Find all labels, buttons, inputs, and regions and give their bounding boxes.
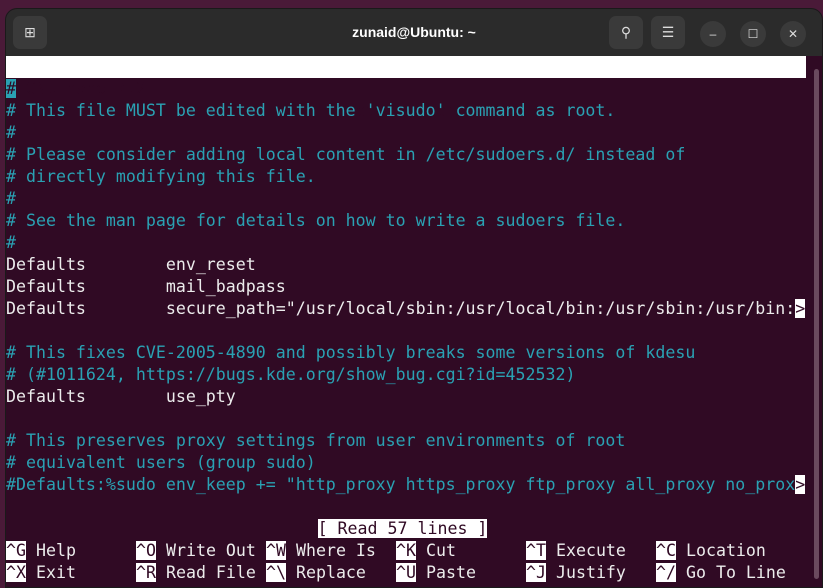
editor-line[interactable]: # See the man page for details on how to… <box>6 210 806 232</box>
line-text: # <box>6 123 16 142</box>
title-bar: ⊞ zunaid@Ubuntu: ~ ⚲ ☰ – ☐ ✕ <box>6 9 822 56</box>
editor-line[interactable]: # <box>6 232 806 254</box>
shortcut-key: ^K <box>396 541 416 560</box>
close-button[interactable]: ✕ <box>780 21 806 47</box>
line-text: # This preserves proxy settings from use… <box>6 431 626 450</box>
shortcut-help[interactable]: ^G Help <box>6 540 76 562</box>
editor-line[interactable]: Defaults mail_badpass <box>6 276 806 298</box>
shortcut-label: Paste <box>425 563 476 582</box>
shortcut-key: ^/ <box>656 563 676 582</box>
shortcut-label: Justify <box>555 563 626 582</box>
editor-line[interactable]: Defaults use_pty <box>6 386 806 408</box>
editor-line[interactable]: # <box>6 188 806 210</box>
shortcut-label: Replace <box>295 563 366 582</box>
editor-line[interactable]: # This preserves proxy settings from use… <box>6 430 806 452</box>
menu-button[interactable]: ☰ <box>651 16 685 49</box>
nano-header: GNU nano 7.2 /etc/sudoers.tmp <box>6 56 806 120</box>
line-text: # This fixes CVE-2005-4890 and possibly … <box>6 343 696 362</box>
shortcut-key: ^R <box>136 563 156 582</box>
editor-line[interactable] <box>6 408 806 430</box>
shortcut-key: ^O <box>136 541 156 560</box>
line-text: Defaults env_reset <box>6 255 256 274</box>
status-row: [ Read 57 lines ] <box>6 518 799 540</box>
shortcut-where-is[interactable]: ^W Where Is <box>266 540 376 562</box>
editor-line[interactable]: Defaults secure_path="/usr/local/sbin:/u… <box>6 298 806 320</box>
line-text: # This file MUST be edited with the 'vis… <box>6 101 616 120</box>
shortcut-label: Write Out <box>165 541 256 560</box>
shortcut-label: Location <box>685 541 766 560</box>
cursor-char: # <box>6 79 16 98</box>
shortcut-row: ^G Help ^O Write Out ^W Where Is ^K Cut ^T Execut… <box>6 540 806 562</box>
editor-line[interactable]: # <box>6 122 806 144</box>
shortcut-label: Cut <box>425 541 456 560</box>
line-overflow-marker: > <box>795 299 806 318</box>
minimize-icon: – <box>709 27 717 41</box>
shortcut-label: Help <box>35 541 76 560</box>
shortcut-cut[interactable]: ^K Cut <box>396 540 456 562</box>
shortcut-label: Go To Line <box>685 563 786 582</box>
line-text: #Defaults:%sudo env_keep += "http_proxy … <box>6 475 796 494</box>
shortcut-key: ^G <box>6 541 26 560</box>
line-text: # See the man page for details on how to… <box>6 211 626 230</box>
editor-line[interactable]: # (#1011624, https://bugs.kde.org/show_b… <box>6 364 806 386</box>
shortcut-key: ^\ <box>266 563 286 582</box>
line-text: Defaults mail_badpass <box>6 277 286 296</box>
close-icon: ✕ <box>787 27 799 41</box>
shortcut-justify[interactable]: ^J Justify <box>526 562 626 584</box>
editor-line[interactable]: # directly modifying this file. <box>6 166 806 188</box>
maximize-icon: ☐ <box>747 27 759 41</box>
editor-line[interactable]: # <box>6 78 806 100</box>
editor-line[interactable]: # This file MUST be edited with the 'vis… <box>6 100 806 122</box>
shortcut-label: Execute <box>555 541 626 560</box>
terminal-window: ⊞ zunaid@Ubuntu: ~ ⚲ ☰ – ☐ ✕ GNU nano 7.… <box>5 8 823 588</box>
line-text: # <box>6 233 16 252</box>
search-button[interactable]: ⚲ <box>609 16 643 49</box>
line-text: # <box>6 189 16 208</box>
shortcut-key: ^U <box>396 563 416 582</box>
minimize-button[interactable]: – <box>700 21 726 47</box>
line-text: # directly modifying this file. <box>6 167 316 186</box>
shortcut-key: ^T <box>526 541 546 560</box>
line-text: # Please consider adding local content i… <box>6 145 686 164</box>
shortcut-label: Read File <box>165 563 256 582</box>
line-text: # (#1011624, https://bugs.kde.org/show_b… <box>6 365 576 384</box>
editor-line[interactable]: #Defaults:%sudo env_keep += "http_proxy … <box>6 474 806 496</box>
shortcut-replace[interactable]: ^\ Replace <box>266 562 366 584</box>
editor-line[interactable]: # This fixes CVE-2005-4890 and possibly … <box>6 342 806 364</box>
editor-line[interactable]: Defaults env_reset <box>6 254 806 276</box>
shortcut-key: ^J <box>526 563 546 582</box>
shortcut-location[interactable]: ^C Location <box>656 540 766 562</box>
shortcut-key: ^X <box>6 563 26 582</box>
shortcut-key: ^C <box>656 541 676 560</box>
hamburger-icon: ☰ <box>661 24 675 40</box>
shortcut-paste[interactable]: ^U Paste <box>396 562 476 584</box>
shortcut-label: Where Is <box>295 541 376 560</box>
shortcut-exit[interactable]: ^X Exit <box>6 562 76 584</box>
editor-line[interactable]: # Please consider adding local content i… <box>6 144 806 166</box>
shortcut-row: ^X Exit ^R Read File ^\ Replace ^U Paste ^J Justi… <box>6 562 806 584</box>
shortcut-write-out[interactable]: ^O Write Out <box>136 540 256 562</box>
line-overflow-marker: > <box>795 475 806 494</box>
status-message: [ Read 57 lines ] <box>317 519 488 538</box>
line-text: Defaults secure_path="/usr/local/sbin:/u… <box>6 299 796 318</box>
search-icon: ⚲ <box>620 24 632 40</box>
editor-line[interactable] <box>6 320 806 342</box>
line-text: # equivalent users (group sudo) <box>6 453 316 472</box>
maximize-button[interactable]: ☐ <box>740 21 766 47</box>
editor-line[interactable]: # equivalent users (group sudo) <box>6 452 806 474</box>
shortcut-read-file[interactable]: ^R Read File <box>136 562 256 584</box>
shortcut-key: ^W <box>266 541 286 560</box>
shortcut-execute[interactable]: ^T Execute <box>526 540 626 562</box>
scrollbar[interactable] <box>814 69 819 579</box>
shortcut-go-to-line[interactable]: ^/ Go To Line <box>656 562 786 584</box>
line-text: Defaults use_pty <box>6 387 236 406</box>
shortcut-label: Exit <box>35 563 76 582</box>
